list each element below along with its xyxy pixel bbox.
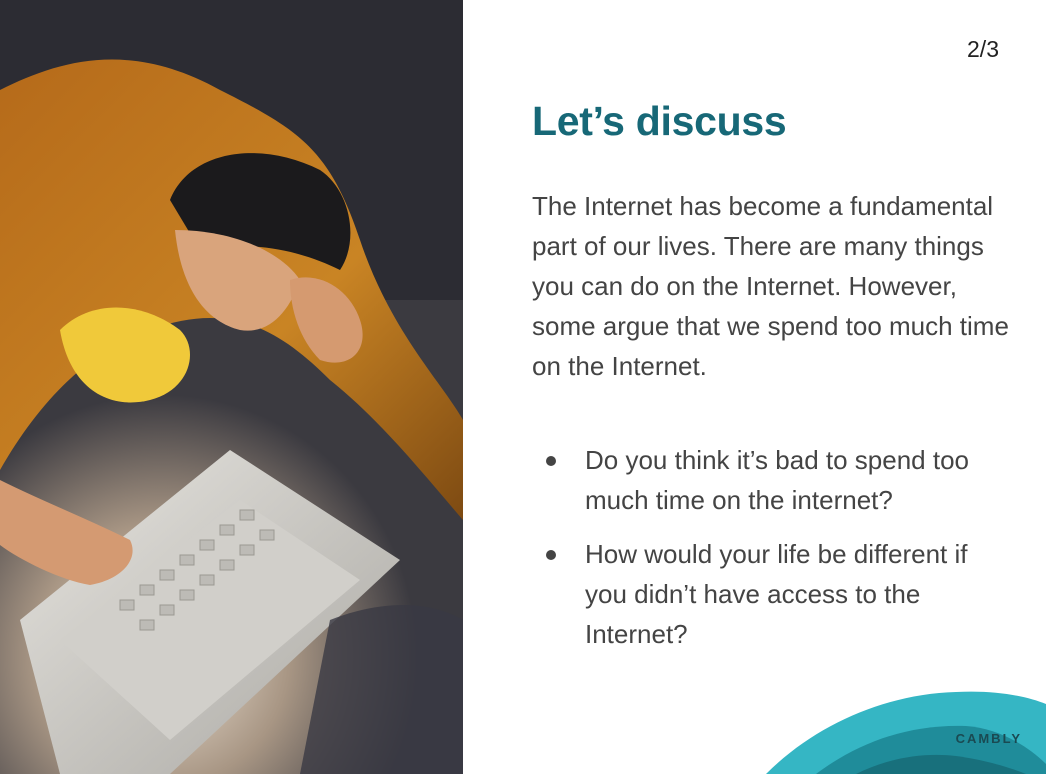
slide: 2/3 Let’s discuss The Internet has becom… bbox=[0, 0, 1046, 774]
discussion-question: How would your life be different if you … bbox=[532, 534, 1012, 654]
bullet-icon bbox=[546, 550, 556, 560]
photo-person-laptop-under-blanket bbox=[0, 0, 463, 774]
discussion-questions: Do you think it’s bad to spend too much … bbox=[532, 440, 1012, 668]
cambly-logo: CAMBLY bbox=[955, 731, 1022, 746]
question-text: How would your life be different if you … bbox=[585, 539, 968, 649]
content-panel: 2/3 Let’s discuss The Internet has becom… bbox=[463, 0, 1046, 774]
bullet-icon bbox=[546, 456, 556, 466]
photo-illustration bbox=[0, 0, 463, 774]
discussion-question: Do you think it’s bad to spend too much … bbox=[532, 440, 1012, 520]
page-counter: 2/3 bbox=[967, 36, 999, 62]
brand-wave-decoration bbox=[766, 691, 1046, 774]
slide-title: Let’s discuss bbox=[532, 98, 787, 144]
body-paragraph: The Internet has become a fundamental pa… bbox=[532, 191, 1009, 381]
question-text: Do you think it’s bad to spend too much … bbox=[585, 445, 969, 515]
